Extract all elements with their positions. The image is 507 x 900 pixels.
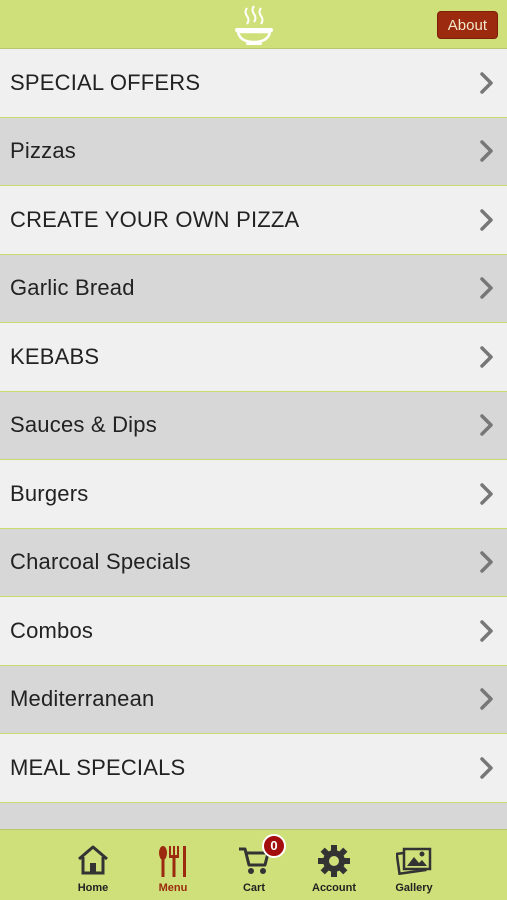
tab-cart[interactable]: 0 Cart: [214, 830, 294, 900]
chevron-right-icon: [480, 140, 493, 162]
menu-item-create-your-own-pizza[interactable]: CREATE YOUR OWN PIZZA: [0, 186, 507, 255]
menu-item-charcoal-specials[interactable]: Charcoal Specials: [0, 528, 507, 597]
about-button[interactable]: About: [436, 11, 498, 39]
menu-item-kebabs[interactable]: KEBABS: [0, 323, 507, 392]
tab-menu[interactable]: Menu: [133, 830, 213, 900]
menu-item-label: Charcoal Specials: [10, 549, 191, 575]
tab-home[interactable]: Home: [53, 830, 133, 900]
menu-item-meal-specials[interactable]: MEAL SPECIALS: [0, 734, 507, 803]
chevron-right-icon: [480, 688, 493, 710]
menu-item-label: CREATE YOUR OWN PIZZA: [10, 206, 300, 232]
tab-account[interactable]: Account: [294, 830, 374, 900]
menu-item-label: Burgers: [10, 480, 89, 506]
menu-item-label: Mediterranean: [10, 686, 155, 712]
menu-item-label: Garlic Bread: [10, 275, 135, 301]
menu-item-label: Sauces & Dips: [10, 412, 157, 438]
chevron-right-icon: [480, 551, 493, 573]
gear-icon: [318, 845, 350, 877]
menu-category-list: SPECIAL OFFERS Pizzas CREATE YOUR OWN PI…: [0, 49, 507, 829]
menu-item-partial[interactable]: [0, 802, 507, 829]
tab-label: Home: [77, 882, 109, 894]
menu-item-label: Pizzas: [10, 138, 76, 164]
noodle-bowl-icon: [235, 5, 273, 45]
menu-item-garlic-bread[interactable]: Garlic Bread: [0, 254, 507, 323]
chevron-right-icon: [480, 72, 493, 94]
utensils-icon: [159, 846, 186, 877]
chevron-right-icon: [480, 346, 493, 368]
home-icon: [78, 845, 108, 875]
tab-gallery[interactable]: Gallery: [374, 830, 454, 900]
bottom-tab-bar: Home Menu 0 Cart Account Gallery: [0, 829, 507, 900]
menu-item-label: SPECIAL OFFERS: [10, 69, 201, 95]
chevron-right-icon: [480, 757, 493, 779]
chevron-right-icon: [480, 620, 493, 642]
menu-item-combos[interactable]: Combos: [0, 597, 507, 666]
gallery-icon: [396, 847, 432, 876]
menu-item-mediterranean[interactable]: Mediterranean: [0, 665, 507, 734]
menu-item-label: Combos: [10, 617, 94, 643]
header-bar: About: [0, 0, 507, 49]
chevron-right-icon: [480, 483, 493, 505]
menu-item-label: KEBABS: [10, 343, 100, 369]
tab-label: Account: [312, 882, 356, 894]
menu-item-sauces-dips[interactable]: Sauces & Dips: [0, 391, 507, 460]
cart-count-badge: 0: [262, 834, 286, 858]
menu-item-burgers[interactable]: Burgers: [0, 460, 507, 529]
menu-item-label: MEAL SPECIALS: [10, 754, 186, 780]
tab-label: Cart: [242, 882, 265, 894]
chevron-right-icon: [480, 414, 493, 436]
chevron-right-icon: [480, 277, 493, 299]
tab-label: Menu: [158, 882, 188, 894]
tab-label: Gallery: [395, 882, 433, 894]
menu-item-special-offers[interactable]: SPECIAL OFFERS: [0, 49, 507, 118]
menu-item-pizzas[interactable]: Pizzas: [0, 117, 507, 186]
chevron-right-icon: [480, 209, 493, 231]
